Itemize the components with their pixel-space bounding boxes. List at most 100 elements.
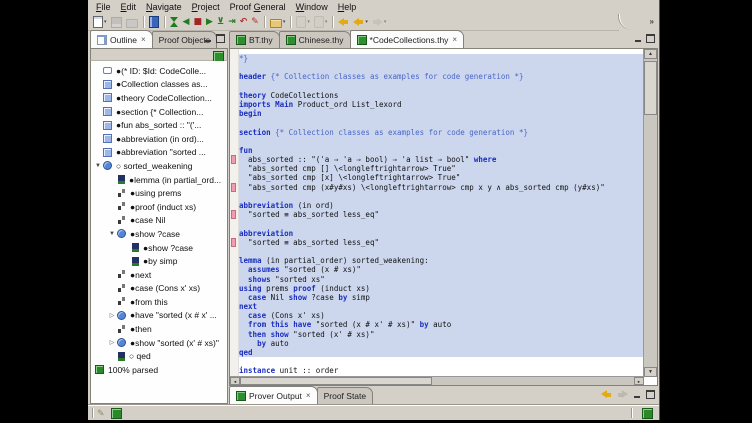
outline-item[interactable]: ●proof (induct xs) bbox=[91, 200, 227, 214]
scroll-right-icon[interactable]: ► bbox=[634, 377, 644, 385]
code-line[interactable]: "abs_sorted cmp (x#y#xs) \<longleftright… bbox=[239, 183, 643, 192]
code-line[interactable]: "abs_sorted cmp [x] \<longleftrightarrow… bbox=[239, 173, 643, 182]
code-line[interactable] bbox=[239, 247, 643, 256]
minimize-icon[interactable] bbox=[634, 35, 642, 43]
interrupt-button[interactable]: ■ bbox=[191, 15, 204, 29]
code-line[interactable]: shows "sorted xs" bbox=[239, 275, 643, 284]
code-line[interactable]: *} bbox=[239, 54, 643, 63]
menu-file[interactable]: File bbox=[91, 1, 116, 13]
outline-item[interactable]: ●case Nil bbox=[91, 214, 227, 228]
dropdown-arrow-icon[interactable]: ▾ bbox=[365, 19, 368, 25]
menu-window[interactable]: Window bbox=[291, 1, 333, 13]
outline-item[interactable]: ●case (Cons x' xs) bbox=[91, 282, 227, 296]
outline-item[interactable]: ●section {* Collection... bbox=[91, 105, 227, 119]
code-line[interactable]: then show "sorted (x' # xs)" bbox=[239, 330, 643, 339]
horizontal-scrollbar[interactable]: ◄ ► bbox=[230, 376, 644, 385]
vertical-scrollbar[interactable]: ▲ ▼ bbox=[643, 49, 657, 377]
code-line[interactable]: qed bbox=[239, 348, 643, 357]
activate-scripting-button[interactable] bbox=[147, 15, 161, 29]
outline-item[interactable]: ●lemma (in partial_ord... bbox=[91, 173, 227, 187]
outline-item[interactable]: ●abbreviation (in ord)... bbox=[91, 132, 227, 146]
back-icon[interactable] bbox=[601, 390, 612, 399]
tab-proof-state[interactable]: Proof State bbox=[317, 387, 374, 404]
goto-start-button[interactable] bbox=[168, 15, 181, 29]
menu-edit[interactable]: Edit bbox=[116, 1, 142, 13]
code-line[interactable] bbox=[239, 118, 643, 127]
code-line[interactable]: abs_sorted :: "('a ⇒ 'a ⇒ bool) ⇒ 'a lis… bbox=[239, 155, 643, 164]
tab-outline[interactable]: Outline× bbox=[90, 30, 153, 48]
code-line[interactable]: assumes "sorted (x # xs)" bbox=[239, 265, 643, 274]
vertical-scroll-thumb[interactable] bbox=[644, 61, 657, 115]
maximize-icon[interactable] bbox=[646, 390, 655, 399]
open-perspective-button[interactable]: ▾ bbox=[268, 15, 288, 29]
outline-item[interactable]: ▷●have "sorted (x # x' ... bbox=[91, 309, 227, 323]
code-line[interactable]: using prems proof (induct xs) bbox=[239, 284, 643, 293]
outline-item[interactable]: ●theory CodeCollection... bbox=[91, 91, 227, 105]
outline-item[interactable]: ▼○ sorted_weakening bbox=[91, 159, 227, 173]
maximize-icon[interactable] bbox=[216, 34, 225, 43]
expanded-arrow-icon[interactable]: ▼ bbox=[107, 231, 117, 237]
goto-cursor-button[interactable]: ⊻ bbox=[215, 15, 226, 29]
outline-item[interactable]: ▷●show "sorted (x' # xs)" bbox=[91, 336, 227, 350]
minimize-icon[interactable] bbox=[204, 35, 212, 43]
scroll-up-icon[interactable]: ▲ bbox=[644, 49, 657, 59]
code-line[interactable] bbox=[239, 192, 643, 201]
code-line[interactable]: fun bbox=[239, 146, 643, 155]
outline-item[interactable]: ●by simp bbox=[91, 254, 227, 268]
close-icon[interactable]: × bbox=[141, 36, 146, 44]
undo-button[interactable]: ↶ bbox=[238, 15, 250, 29]
code-lines[interactable]: *}header {* Collection classes as exampl… bbox=[239, 54, 643, 377]
next-step-button[interactable]: ▶ bbox=[204, 15, 215, 29]
code-line[interactable] bbox=[239, 219, 643, 228]
tab-prover-output[interactable]: Prover Output× bbox=[229, 386, 318, 404]
code-line[interactable]: by auto bbox=[239, 339, 643, 348]
dropdown-arrow-icon[interactable]: ▾ bbox=[307, 19, 310, 25]
editor-content[interactable]: *}header {* Collection classes as exampl… bbox=[229, 48, 658, 386]
collapsed-arrow-icon[interactable]: ▷ bbox=[107, 312, 117, 319]
code-line[interactable] bbox=[239, 357, 643, 366]
menu-navigate[interactable]: Navigate bbox=[141, 1, 187, 13]
back-button[interactable]: ▾ bbox=[351, 15, 370, 29]
dropdown-arrow-icon[interactable]: ▾ bbox=[104, 19, 107, 25]
code-line[interactable] bbox=[239, 137, 643, 146]
tab-bt-thy[interactable]: BT.thy bbox=[229, 31, 280, 48]
perspective-chevron-icon[interactable]: » bbox=[650, 17, 654, 26]
code-line[interactable]: abbreviation (in ord) bbox=[239, 201, 643, 210]
code-line[interactable]: "sorted ≡ abs_sorted less_eq" bbox=[239, 238, 643, 247]
scroll-left-icon[interactable]: ◄ bbox=[230, 377, 240, 385]
code-line[interactable]: section {* Collection classes as example… bbox=[239, 128, 643, 137]
close-icon[interactable]: × bbox=[306, 392, 311, 400]
close-icon[interactable]: × bbox=[452, 36, 457, 44]
outline-item[interactable]: ●from this bbox=[91, 295, 227, 309]
last-edit-location-button[interactable] bbox=[336, 15, 351, 29]
outline-item[interactable]: ▼●show ?case bbox=[91, 227, 227, 241]
code-line[interactable]: begin bbox=[239, 109, 643, 118]
code-line[interactable]: lemma (in partial_order) sorted_weakenin… bbox=[239, 256, 643, 265]
code-line[interactable] bbox=[239, 82, 643, 91]
outline-item[interactable]: ●fun abs_sorted :: "('... bbox=[91, 118, 227, 132]
code-line[interactable]: theory CodeCollections bbox=[239, 91, 643, 100]
prover-status-icon[interactable] bbox=[642, 408, 653, 419]
horizontal-scroll-thumb[interactable] bbox=[240, 377, 432, 385]
outline-item[interactable]: ●Collection classes as... bbox=[91, 78, 227, 92]
minimize-icon[interactable] bbox=[633, 391, 641, 399]
tab-codecollections-thy[interactable]: *CodeCollections.thy× bbox=[350, 30, 465, 48]
code-line[interactable]: instance unit :: order bbox=[239, 366, 643, 375]
code-line[interactable]: case (Cons x' xs) bbox=[239, 311, 643, 320]
outline-item[interactable]: ●show ?case bbox=[91, 241, 227, 255]
code-line[interactable]: abbreviation bbox=[239, 229, 643, 238]
scroll-down-icon[interactable]: ▼ bbox=[644, 367, 657, 377]
undo-step-button[interactable]: ◀ bbox=[181, 15, 192, 29]
code-line[interactable]: "sorted ≡ abs_sorted less_eq" bbox=[239, 210, 643, 219]
edit-marker-button[interactable]: ✎ bbox=[249, 15, 261, 29]
outline-item[interactable]: ●using prems bbox=[91, 186, 227, 200]
outline-item[interactable]: ●abbreviation "sorted ... bbox=[91, 146, 227, 160]
code-line[interactable]: from this have "sorted (x # x' # xs)" by… bbox=[239, 320, 643, 329]
new-file-button[interactable]: ▾ bbox=[91, 15, 109, 29]
outline-item[interactable]: ○ qed bbox=[91, 349, 227, 363]
expanded-arrow-icon[interactable]: ▼ bbox=[93, 163, 103, 169]
outline-item[interactable]: ●(* ID: $Id: CodeColle... bbox=[91, 64, 227, 78]
dropdown-arrow-icon[interactable]: ▾ bbox=[325, 19, 328, 25]
dropdown-arrow-icon[interactable]: ▾ bbox=[283, 19, 286, 25]
dropdown-arrow-icon[interactable]: ▾ bbox=[384, 19, 387, 25]
